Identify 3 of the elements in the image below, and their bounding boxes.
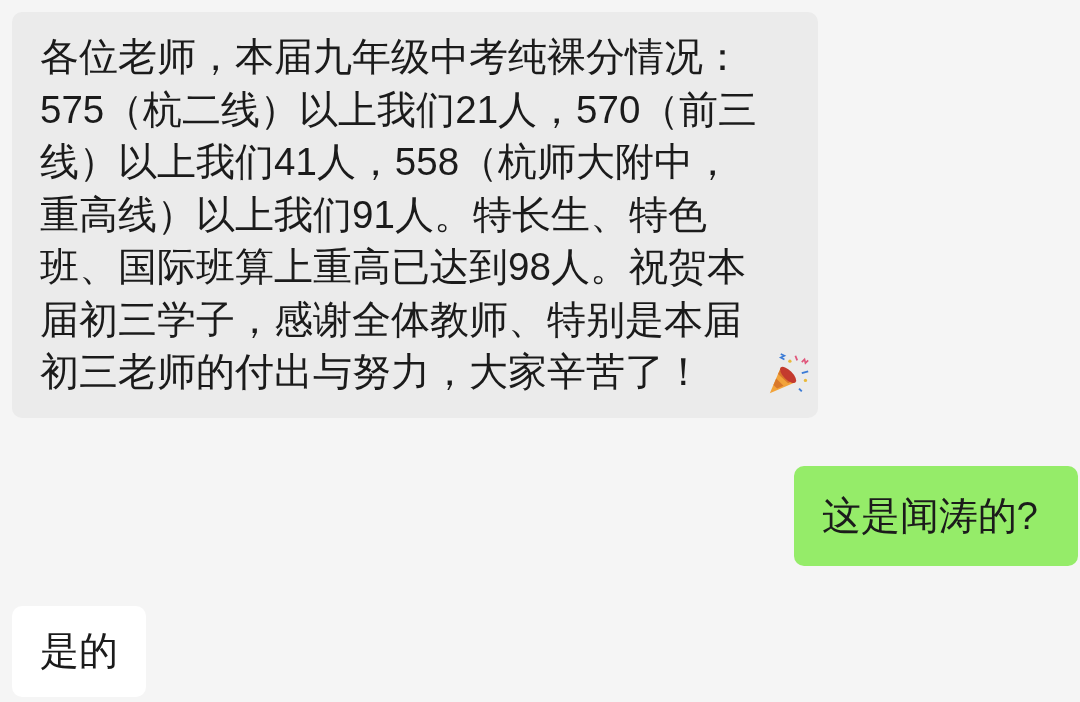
message-text: 是的 bbox=[40, 628, 119, 674]
message-text: 各位老师，本届九年级中考纯裸分情况：575（杭二线）以上我们21人，570（前三线）以上我们41人，558（杭师大附中，重高线）以上我们91人。特长生、特色班、国际班算上重高已达到98人。祝贺本届初三学子，感谢全体教师、特别是本届初三老师的付出与努力，大家辛苦了！ bbox=[40, 34, 759, 395]
message-text: 这是闻涛的? bbox=[821, 492, 1038, 539]
